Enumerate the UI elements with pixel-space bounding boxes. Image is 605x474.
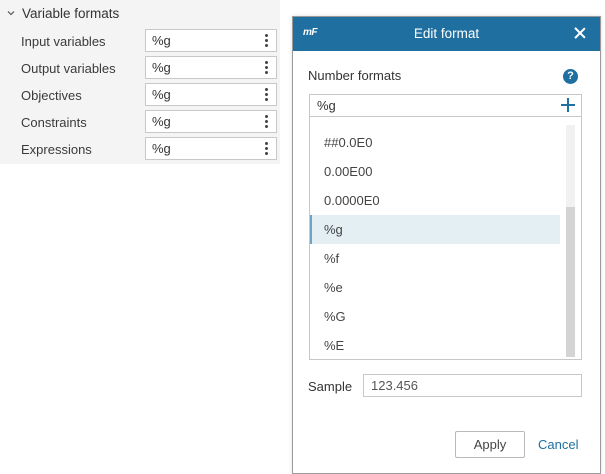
objectives-format-field[interactable]: %g xyxy=(145,83,277,106)
number-formats-list[interactable]: ##0.0E0 0.00E00 0.0000E0 %g %f %e %G %E xyxy=(309,117,582,360)
number-formats-label: Number formats xyxy=(308,68,402,83)
constraints-format-field[interactable]: %g xyxy=(145,110,277,133)
list-item[interactable]: %E xyxy=(310,331,560,359)
list-item[interactable]: %f xyxy=(310,244,560,273)
list-item[interactable]: 0.0000E0 xyxy=(310,186,560,215)
list-scrollbar[interactable] xyxy=(566,125,575,357)
format-row-output-variables: Output variables %g xyxy=(0,55,280,82)
more-options-icon[interactable] xyxy=(256,84,276,105)
help-icon[interactable]: ? xyxy=(563,69,578,84)
format-value: %g xyxy=(152,141,171,156)
chevron-down-icon xyxy=(6,8,16,18)
sample-label: Sample xyxy=(308,379,353,394)
list-item[interactable]: %G xyxy=(310,302,560,331)
format-value: %g xyxy=(152,87,171,102)
expressions-format-field[interactable]: %g xyxy=(145,137,277,160)
variable-formats-panel: Variable formats Input variables %g Outp… xyxy=(0,0,280,164)
format-row-constraints: Constraints %g xyxy=(0,109,280,136)
section-title: Variable formats xyxy=(22,5,120,21)
row-label: Constraints xyxy=(21,115,87,130)
more-options-icon[interactable] xyxy=(256,57,276,78)
list-item[interactable]: %e xyxy=(310,273,560,302)
dialog-titlebar[interactable]: mF Edit format xyxy=(293,17,600,51)
more-options-icon[interactable] xyxy=(256,30,276,51)
more-options-icon[interactable] xyxy=(256,111,276,132)
format-input[interactable] xyxy=(310,95,555,116)
scrollbar-thumb[interactable] xyxy=(566,207,575,357)
cancel-button[interactable]: Cancel xyxy=(538,437,578,452)
list-item[interactable]: ##0.0E0 xyxy=(310,128,560,157)
edit-format-dialog: mF Edit format Number formats ? ##0.0E0 … xyxy=(292,16,601,474)
format-input-box xyxy=(309,94,582,117)
input-variables-format-field[interactable]: %g xyxy=(145,29,277,52)
format-row-objectives: Objectives %g xyxy=(0,82,280,109)
more-options-icon[interactable] xyxy=(256,138,276,159)
variable-formats-header[interactable]: Variable formats xyxy=(6,3,119,23)
list-item[interactable]: 0.00E00 xyxy=(310,157,560,186)
dialog-title: Edit format xyxy=(413,26,480,41)
format-row-expressions: Expressions %g xyxy=(0,136,280,163)
add-icon[interactable] xyxy=(559,96,577,115)
row-label: Output variables xyxy=(21,61,116,76)
row-label: Expressions xyxy=(21,142,92,157)
list-item-selected[interactable]: %g xyxy=(310,215,560,244)
format-row-input-variables: Input variables %g xyxy=(0,28,280,55)
sample-value-field: 123.456 xyxy=(363,374,582,397)
format-value: %g xyxy=(152,114,171,129)
format-value: %g xyxy=(152,60,171,75)
apply-button[interactable]: Apply xyxy=(455,431,525,458)
format-value: %g xyxy=(152,33,171,48)
close-icon[interactable] xyxy=(572,25,588,41)
output-variables-format-field[interactable]: %g xyxy=(145,56,277,79)
row-label: Objectives xyxy=(21,88,82,103)
row-label: Input variables xyxy=(21,34,106,49)
